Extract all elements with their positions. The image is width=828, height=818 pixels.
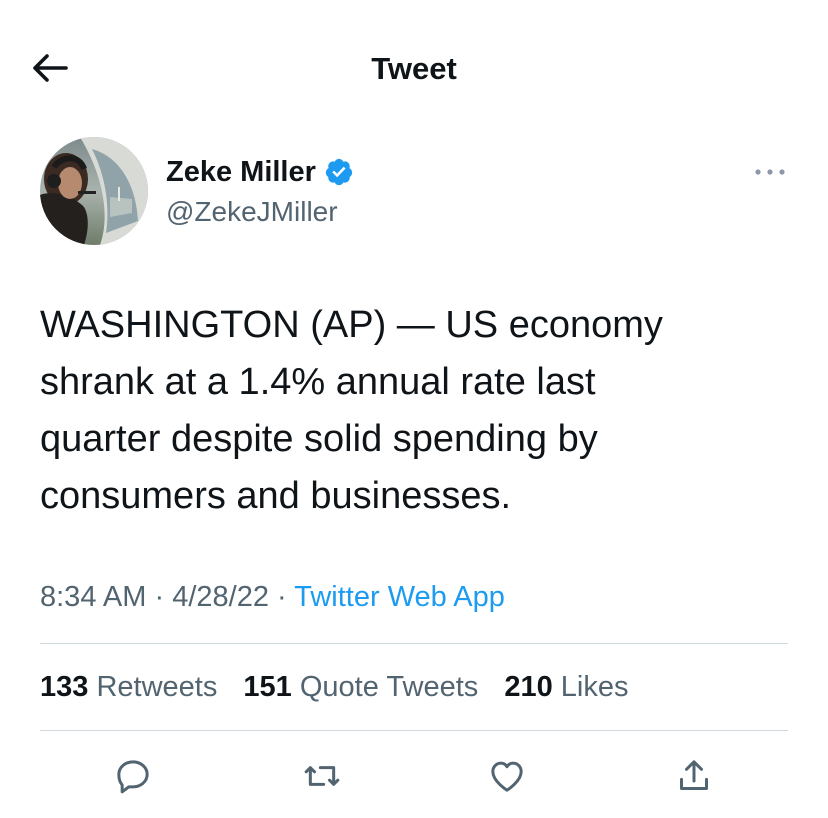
avatar[interactable] [40,137,148,245]
meta-separator: · [154,581,165,613]
heart-icon [491,761,523,792]
more-options-button[interactable] [748,158,792,186]
more-icon [755,169,785,175]
tweet-stats: 133 Retweets 151 Quote Tweets 210 Likes [40,667,646,707]
like-button[interactable] [481,750,533,802]
verified-badge-icon [325,158,353,186]
retweets-count: 133 [40,671,89,703]
divider [40,643,788,644]
reply-icon [117,760,149,794]
quote-tweets-label: Quote Tweets [299,671,479,703]
profile-photo [40,137,148,245]
reply-button[interactable] [107,750,159,802]
page-title: Tweet [371,51,457,86]
share-icon [680,760,708,790]
divider [40,730,788,731]
retweets-label: Retweets [96,671,218,703]
tweet-metadata: 8:34 AM · 4/28/22 · Twitter Web App [40,577,505,617]
meta-separator: · [277,581,287,613]
share-button[interactable] [668,750,720,802]
retweet-button[interactable] [296,750,348,802]
tweet-time[interactable]: 8:34 AM [40,581,146,613]
quote-tweets-count: 151 [243,671,292,703]
quote-tweets-stat[interactable]: 151 Quote Tweets [243,667,478,707]
tweet-source-link[interactable]: Twitter Web App [294,581,505,613]
tweet-text: WASHINGTON (AP) — US economy shrank at a… [40,304,663,517]
retweet-icon [304,766,340,786]
author-handle[interactable]: @ZekeJMiller [166,194,338,230]
tweet-date[interactable]: 4/28/22 [172,581,269,613]
tweet-actions [0,744,828,808]
likes-count: 210 [504,671,553,703]
retweets-stat[interactable]: 133 Retweets [40,667,217,707]
likes-stat[interactable]: 210 Likes [504,667,628,707]
author-name-row[interactable]: Zeke Miller [166,152,354,192]
likes-label: Likes [560,671,629,703]
top-bar: Tweet [0,0,828,136]
author-name[interactable]: Zeke Miller [166,152,316,192]
